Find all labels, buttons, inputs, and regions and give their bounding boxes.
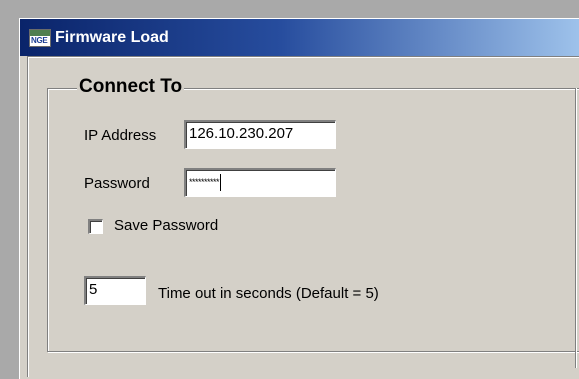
timeout-label: Time out in seconds (Default = 5): [158, 285, 379, 302]
ip-address-label: IP Address: [84, 127, 157, 144]
app-icon-label: NGE: [31, 35, 48, 45]
save-password-checkbox[interactable]: [88, 219, 103, 234]
ip-address-input[interactable]: 126.10.230.207: [184, 120, 336, 149]
timeout-value: 5: [89, 281, 98, 298]
save-password-label[interactable]: Save Password: [114, 217, 218, 234]
password-input[interactable]: **********: [184, 168, 336, 197]
password-value: **********: [189, 177, 220, 188]
title-bar[interactable]: NGE Firmware Load: [20, 19, 579, 56]
ip-address-value: 126.10.230.207: [189, 125, 294, 142]
app-icon: NGE: [29, 28, 51, 47]
text-caret: [220, 173, 222, 191]
window-title: Firmware Load: [55, 28, 169, 46]
password-label: Password: [84, 175, 150, 192]
connect-to-title: Connect To: [77, 76, 185, 98]
adjacent-panel-edge: [575, 88, 579, 368]
timeout-input[interactable]: 5: [84, 276, 146, 305]
